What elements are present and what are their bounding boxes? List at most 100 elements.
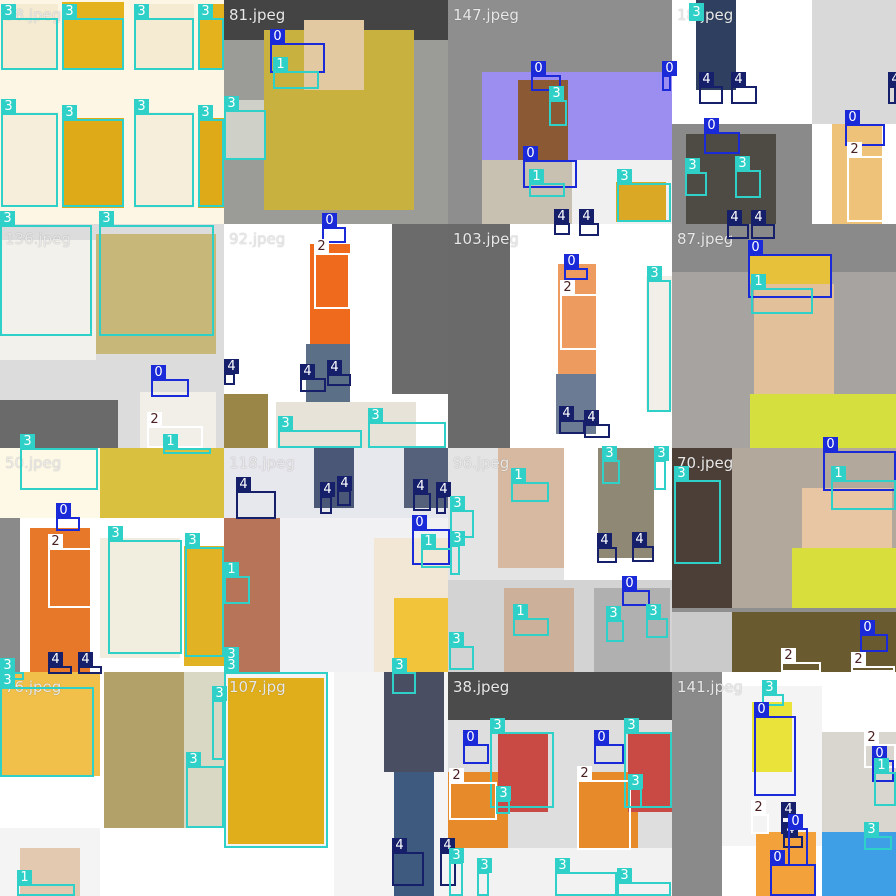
- class-label: 1: [163, 434, 178, 449]
- bounding-box: 4: [48, 652, 72, 674]
- class-label: 4: [337, 476, 352, 491]
- class-label: 1: [273, 57, 288, 72]
- bounding-box: 3: [198, 4, 224, 70]
- class-label: 3: [689, 5, 704, 20]
- class-label: 3: [134, 4, 149, 19]
- bounding-box: 0: [788, 814, 808, 866]
- bounding-box: 3: [392, 658, 416, 694]
- bounding-box: 4: [337, 476, 352, 506]
- class-label: 0: [770, 850, 785, 865]
- class-label: 3: [449, 848, 464, 863]
- class-label: 3: [628, 774, 643, 789]
- bounding-box: 4: [327, 360, 351, 386]
- tile-filename: 87.jpeg: [677, 230, 734, 248]
- bounding-box: 1: [751, 274, 813, 314]
- class-label: 3: [62, 105, 77, 120]
- class-label: 4: [559, 406, 574, 421]
- class-label: 3: [186, 752, 201, 767]
- bounding-box: 3: [198, 105, 224, 207]
- bounding-box: 1: [224, 562, 250, 604]
- class-label: 4: [579, 209, 594, 224]
- class-label: 4: [888, 72, 896, 87]
- photo-region: [0, 400, 118, 448]
- class-label: 1: [529, 169, 544, 184]
- image-mosaic: 58.jpeg 81.jpeg 147.jpeg 18.jpeg 136.jpeg 92.…: [0, 0, 896, 896]
- class-label: 3: [0, 673, 15, 688]
- bounding-box: 3: [449, 632, 474, 670]
- class-label: 3: [278, 416, 293, 431]
- class-label: 3: [198, 4, 213, 19]
- bounding-box: 3: [1, 4, 58, 70]
- class-label: 2: [751, 800, 766, 815]
- bounding-box: 2: [577, 766, 631, 850]
- bounding-box: 1: [17, 870, 75, 896]
- bounding-box: 2: [751, 800, 769, 834]
- bounding-box: 3: [62, 105, 124, 207]
- class-label: 0: [662, 61, 677, 76]
- bounding-box: 4: [554, 209, 570, 235]
- class-label: 4: [320, 482, 335, 497]
- bounding-box: 3: [496, 786, 511, 814]
- bounding-box: 4: [320, 482, 335, 514]
- bounding-box: 0: [662, 61, 677, 91]
- bounding-box: 4: [699, 72, 723, 104]
- bounding-box: 3: [224, 658, 328, 848]
- bounding-box: 3: [617, 868, 671, 896]
- class-label: 4: [224, 359, 239, 374]
- class-label: 3: [108, 526, 123, 541]
- bounding-box: 1: [831, 466, 896, 510]
- class-label: 1: [224, 562, 239, 577]
- bounding-box: 3: [602, 446, 620, 484]
- class-label: 4: [597, 533, 612, 548]
- bounding-box: 3: [654, 446, 669, 490]
- class-label: 3: [624, 718, 639, 733]
- bounding-box: 3: [62, 4, 124, 70]
- bounding-box: 1: [513, 604, 549, 636]
- bounding-box: 2: [847, 142, 895, 222]
- bounding-box: 3: [628, 774, 643, 808]
- class-label: 3: [477, 858, 492, 873]
- bounding-box: 3: [212, 686, 227, 760]
- class-label: 1: [874, 758, 889, 773]
- class-label: 0: [748, 240, 763, 255]
- bounding-box: 3: [134, 4, 194, 70]
- class-label: 1: [421, 534, 436, 549]
- bounding-box: 4: [888, 72, 896, 104]
- bounding-box: 0: [754, 702, 796, 796]
- bounding-box: 3: [0, 673, 94, 777]
- bounding-box: 3: [99, 211, 214, 336]
- bounding-box: 3: [20, 434, 98, 490]
- class-label: 1: [511, 468, 526, 483]
- class-label: 2: [560, 280, 575, 295]
- bounding-box: 3: [617, 169, 671, 222]
- bounding-box: 4: [559, 406, 585, 434]
- class-label: 0: [823, 437, 838, 452]
- class-label: 3: [685, 158, 700, 173]
- bounding-box: 2: [781, 648, 821, 672]
- class-label: 3: [0, 211, 15, 226]
- class-label: 3: [368, 408, 383, 423]
- bounding-box: 3: [647, 266, 671, 412]
- class-label: 3: [62, 4, 77, 19]
- class-label: 3: [450, 531, 465, 546]
- bounding-box: 0: [463, 730, 489, 764]
- class-label: 4: [300, 364, 315, 379]
- bounding-box: 3: [449, 848, 464, 896]
- class-label: 0: [845, 110, 860, 125]
- class-label: 3: [1, 4, 16, 19]
- class-label: 0: [523, 146, 538, 161]
- tile-filename: 38.jpeg: [453, 678, 510, 696]
- class-label: 2: [781, 648, 796, 663]
- bounding-box: 1: [163, 434, 211, 454]
- class-label: 2: [851, 652, 866, 667]
- class-label: 3: [496, 786, 511, 801]
- class-label: 3: [555, 858, 570, 873]
- bounding-box: 4: [392, 838, 424, 886]
- class-label: 4: [584, 410, 599, 425]
- class-label: 0: [531, 61, 546, 76]
- bounding-box: 1: [511, 468, 549, 502]
- bounding-box: 3: [134, 99, 194, 207]
- class-label: 3: [449, 632, 464, 647]
- tile-filename: 18.jpeg: [677, 6, 734, 24]
- bounding-box: 2: [851, 652, 895, 672]
